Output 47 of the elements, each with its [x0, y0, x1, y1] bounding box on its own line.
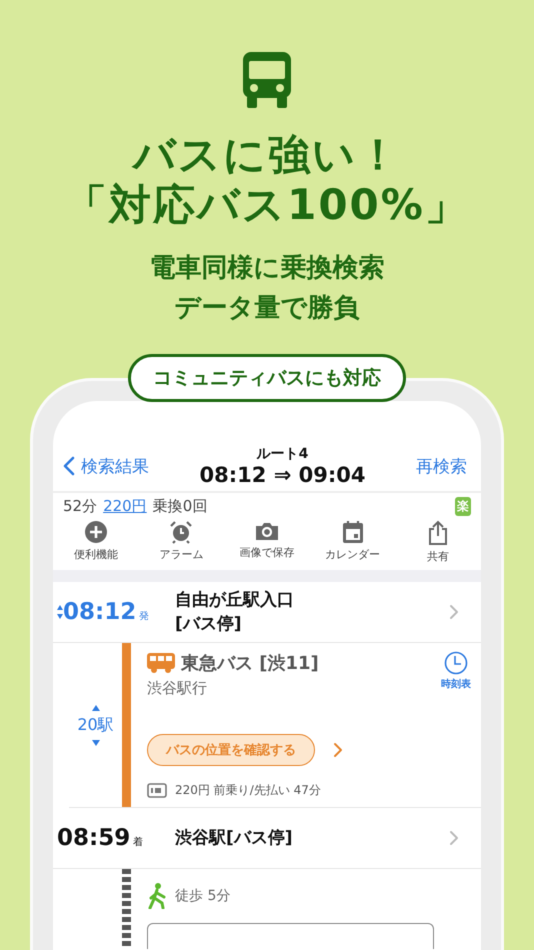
station-count[interactable]: 20駅	[77, 714, 114, 736]
down-arrow-icon	[92, 740, 100, 746]
subtitle: データ量で勝負	[174, 292, 360, 325]
route-times: 08:12 ⇒ 09:04	[200, 463, 366, 487]
up-arrow-icon	[92, 704, 100, 710]
feature-badge: コミュニティバスにも対応	[128, 354, 406, 402]
fare-link[interactable]: 220円	[103, 497, 147, 516]
back-icon	[63, 456, 75, 476]
toolbar-button[interactable]: 便利機能	[56, 520, 136, 564]
headline: バスに強い！	[132, 130, 401, 180]
ic-card-icon	[147, 783, 167, 798]
destination: 渋谷駅行	[147, 679, 208, 698]
share-icon	[427, 520, 450, 546]
walking-person-icon	[147, 883, 167, 909]
transfers: 乗換0回	[152, 497, 208, 516]
easy-badge: 楽	[455, 497, 471, 516]
bus-icon	[243, 52, 291, 108]
toolbar-button[interactable]: カレンダー	[312, 520, 393, 564]
chevron-icon	[449, 830, 459, 846]
time-suffix: 着	[133, 836, 144, 849]
bus-icon	[147, 653, 175, 673]
plus-icon	[84, 520, 108, 544]
route-title: ルート4	[256, 445, 308, 463]
arrival-time: 08:59	[57, 825, 130, 851]
duration: 52分	[63, 497, 98, 516]
chevron-icon	[449, 604, 459, 620]
camera-icon	[254, 520, 280, 542]
toolbar-button[interactable]: アラーム	[141, 520, 222, 564]
timetable-button[interactable]: 時刻表	[441, 651, 471, 691]
calendar-icon	[340, 520, 365, 544]
toolbar-button[interactable]: 画像で保存	[226, 520, 307, 564]
stop-name[interactable]: 自由が丘駅入口 [バス停]	[175, 588, 449, 636]
time-suffix: 発	[139, 610, 150, 623]
walk-time: 徒歩 5分	[175, 887, 230, 905]
stop-name[interactable]: 渋谷駅[バス停]	[175, 826, 449, 850]
research-button[interactable]: 再検索	[416, 454, 467, 478]
back-button[interactable]: 検索結果	[63, 454, 149, 478]
clock-icon	[444, 651, 468, 675]
adjust-icon	[57, 605, 63, 619]
subtitle: 電車同様に乗換検索	[150, 252, 384, 285]
bus-line-name: 東急バス [渋11]	[181, 652, 319, 675]
chevron-icon	[333, 742, 343, 758]
headline: 「対応バス100%」	[65, 180, 469, 230]
alarm-clock-icon	[169, 520, 194, 544]
fare-info: 220円 前乗り/先払い 47分	[175, 782, 321, 799]
toolbar-button[interactable]: 共有	[398, 520, 478, 564]
departure-time: 08:12	[63, 599, 136, 625]
